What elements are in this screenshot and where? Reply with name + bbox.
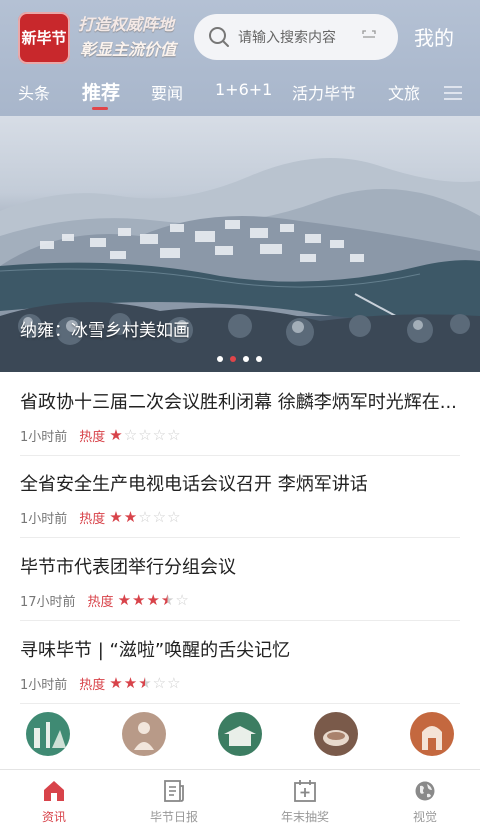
star-full-icon: ★ <box>123 674 138 692</box>
star-full-icon: ★ <box>132 591 146 609</box>
star-full-icon: ★ <box>109 508 123 526</box>
slogan-line-1: 打造权威阵地 <box>78 15 175 34</box>
news-title: 毕节市代表团举行分组会议 <box>20 557 236 578</box>
nav-year-end-lottery[interactable]: 年末抽奖 <box>265 778 345 825</box>
news-meta: 17小时前 热度 ★ ★ ★ ★ ☆ <box>20 591 190 611</box>
tab-headlines[interactable]: 头条 <box>18 80 50 104</box>
star-empty-icon: ☆ <box>167 674 181 692</box>
tab-vibrant-bijie[interactable]: 活力毕节 <box>292 80 356 104</box>
news-item[interactable]: 全省安全生产电视电话会议召开 李炳军讲话 1小时前 热度 ★ ★ ☆ ☆ ☆ <box>0 456 480 538</box>
star-empty-icon: ☆ <box>152 674 167 692</box>
news-time: 1小时前 <box>20 512 68 527</box>
news-meta: 1小时前 热度 ★ ★ ☆ ☆ ☆ <box>20 508 182 528</box>
home-icon <box>44 781 64 801</box>
channel-tabs: 头条 推荐 要闻 1+6+1 活力毕节 文旅 <box>0 74 480 116</box>
star-empty-icon: ☆ <box>152 426 167 444</box>
nav-label: 视觉 <box>412 810 437 824</box>
carousel-dot-active[interactable] <box>230 356 236 362</box>
heat-rating: ★ ☆ ☆ ☆ ☆ <box>109 428 181 443</box>
search-icon <box>209 27 229 47</box>
carousel-dot[interactable] <box>217 356 223 362</box>
divider <box>20 537 460 538</box>
active-tab-indicator <box>92 107 108 110</box>
carousel-dot[interactable] <box>243 356 249 362</box>
news-time: 17小时前 <box>20 595 76 610</box>
heat-label: 热度 <box>87 595 114 610</box>
divider <box>20 703 460 704</box>
star-full-icon: ★ <box>117 591 132 609</box>
heat-rating: ★ ★ ★ ☆ ☆ <box>109 676 181 691</box>
news-time: 1小时前 <box>20 430 68 445</box>
star-empty-icon: ☆ <box>138 426 152 444</box>
nav-visual[interactable]: 视觉 <box>385 778 465 825</box>
newspaper-icon <box>164 780 184 802</box>
star-empty-icon: ☆ <box>167 426 181 444</box>
heat-label: 热度 <box>79 430 106 445</box>
news-title: 寻味毕节 | “滋啦”唤醒的舌尖记忆 <box>20 640 291 661</box>
news-item[interactable]: 寻味毕节 | “滋啦”唤醒的舌尖记忆 1小时前 热度 ★ ★ ★ ☆ ☆ <box>0 622 480 704</box>
carousel-dots <box>217 356 269 362</box>
news-item[interactable]: 毕节市代表团举行分组会议 17小时前 热度 ★ ★ ★ ★ ☆ <box>0 539 480 621</box>
logo-text: 新毕节 <box>21 28 67 47</box>
news-item[interactable]: 省政协十三届二次会议胜利闭幕 徐麟李炳军时光辉在... 1小时前 热度 ★ ☆ ☆ ☆… <box>0 374 480 456</box>
star-full-icon: ★ <box>109 674 123 692</box>
category-thumbnail[interactable] <box>314 712 358 756</box>
banner-carousel[interactable]: 纳雍：冰雪乡村美如画 <box>0 116 480 372</box>
news-title: 全省安全生产电视电话会议召开 李炳军讲话 <box>20 474 368 495</box>
star-half-icon: ★ <box>138 674 152 692</box>
heat-rating: ★ ★ ☆ ☆ ☆ <box>109 510 181 525</box>
nav-label: 毕节日报 <box>149 810 198 824</box>
news-time: 1小时前 <box>20 678 68 693</box>
tab-important-news[interactable]: 要闻 <box>151 80 183 104</box>
menu-icon[interactable] <box>444 86 462 100</box>
star-empty-icon: ☆ <box>167 508 181 526</box>
tab-recommended[interactable]: 推荐 <box>82 78 120 105</box>
carousel-dot[interactable] <box>256 356 262 362</box>
heat-label: 热度 <box>79 678 106 693</box>
calendar-plus-icon <box>294 780 316 802</box>
divider <box>20 620 460 621</box>
category-thumbnails <box>0 712 480 764</box>
slogan: 打造权威阵地 彰显主流价值 <box>78 12 188 64</box>
heat-label: 热度 <box>79 512 106 527</box>
app-logo[interactable]: 新毕节 <box>18 12 70 64</box>
news-meta: 1小时前 热度 ★ ★ ★ ☆ ☆ <box>20 674 182 694</box>
star-empty-icon: ☆ <box>138 508 152 526</box>
nav-bijie-daily[interactable]: 毕节日报 <box>134 778 214 825</box>
tab-1-6-1[interactable]: 1+6+1 <box>215 80 272 99</box>
news-title: 省政协十三届二次会议胜利闭幕 徐麟李炳军时光辉在... <box>20 392 457 413</box>
category-thumbnail[interactable] <box>410 712 454 756</box>
bottom-nav: 资讯 毕节日报 年末抽奖 视觉 <box>0 769 480 831</box>
category-thumbnail[interactable] <box>122 712 166 756</box>
globe-icon <box>415 781 435 801</box>
search-placeholder: 请输入搜索内容 <box>238 30 336 46</box>
nav-label: 年末抽奖 <box>280 810 329 824</box>
star-half-icon: ★ <box>160 591 175 609</box>
star-full-icon: ★ <box>123 508 138 526</box>
category-thumbnail[interactable] <box>26 712 70 756</box>
nav-news[interactable]: 资讯 <box>14 778 94 825</box>
star-full-icon: ★ <box>109 426 123 444</box>
star-full-icon: ★ <box>146 591 160 609</box>
app-header: 新毕节 打造权威阵地 彰显主流价值 请输入搜索内容 我的 头条 推荐 要闻 1+… <box>0 0 480 116</box>
star-empty-icon: ☆ <box>175 591 189 609</box>
star-empty-icon: ☆ <box>123 426 138 444</box>
slogan-line-2: 彰显主流价值 <box>80 40 177 59</box>
nav-label: 资讯 <box>41 810 66 824</box>
heat-rating: ★ ★ ★ ★ ☆ <box>118 593 190 608</box>
category-thumbnail[interactable] <box>218 712 262 756</box>
news-meta: 1小时前 热度 ★ ☆ ☆ ☆ ☆ <box>20 426 182 446</box>
scan-icon[interactable] <box>362 30 376 44</box>
search-bar[interactable]: 请输入搜索内容 <box>194 14 398 60</box>
banner-caption: 纳雍：冰雪乡村美如画 <box>20 321 190 341</box>
mine-link[interactable]: 我的 <box>414 22 454 51</box>
tab-culture-tourism[interactable]: 文旅 <box>388 80 420 104</box>
star-empty-icon: ☆ <box>152 508 167 526</box>
